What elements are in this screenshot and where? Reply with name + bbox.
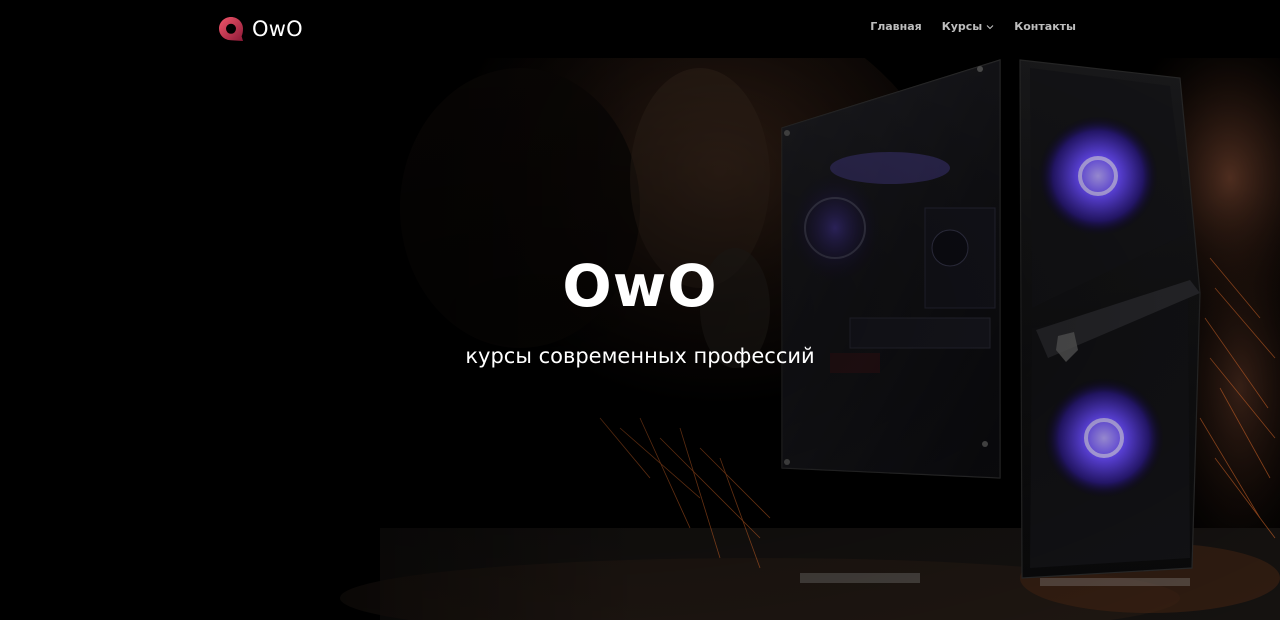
nav-contacts-label: Контакты bbox=[1014, 20, 1076, 33]
brand-logo[interactable]: OwO bbox=[218, 14, 303, 44]
nav-contacts-link[interactable]: Контакты bbox=[1014, 20, 1076, 33]
chevron-down-icon bbox=[986, 24, 994, 29]
chat-bubble-logo-icon bbox=[219, 17, 243, 41]
hero-title: OwO bbox=[562, 252, 718, 320]
nav-home-link[interactable]: Главная bbox=[870, 20, 922, 33]
nav-courses-dropdown[interactable]: Курсы bbox=[942, 20, 995, 33]
nav-courses-label: Курсы bbox=[941, 20, 983, 33]
top-navbar: OwO Главная Курсы Контакты bbox=[0, 0, 1280, 58]
hero-dark-overlay bbox=[0, 58, 1280, 620]
nav-home-label: Главная bbox=[870, 20, 922, 33]
logo-text: OwO bbox=[252, 17, 303, 41]
hero-subtitle: курсы современных профессий bbox=[465, 344, 815, 368]
main-nav: Главная Курсы Контакты bbox=[870, 20, 1076, 33]
hero-section: OwO курсы современных профессий bbox=[0, 58, 1280, 620]
page: OwO Главная Курсы Контакты OwO курсы сов… bbox=[0, 0, 1280, 620]
